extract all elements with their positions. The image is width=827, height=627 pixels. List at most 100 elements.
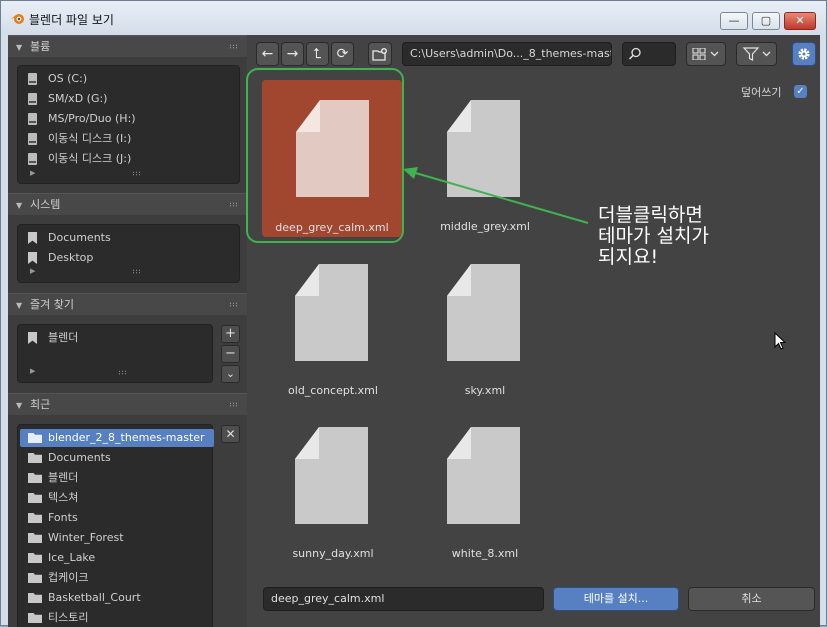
overwrite-label: 덮어쓰기 <box>741 86 782 99</box>
file-name: white_8.xml <box>451 547 519 560</box>
close-window-button[interactable]: ✕ <box>784 12 816 30</box>
refresh-button[interactable]: ⟳ <box>331 42 354 66</box>
file-name: sky.xml <box>464 384 506 397</box>
resize-grip-icon[interactable] <box>132 171 142 176</box>
new-folder-button[interactable] <box>368 42 392 66</box>
recent-item-label: blender_2_8_themes-master <box>48 431 205 444</box>
minimize-button[interactable]: — <box>720 12 748 30</box>
volumes-panel-header[interactable]: ▼ 볼륨 <box>8 35 247 57</box>
recent-item-label: Winter_Forest <box>48 531 124 544</box>
system-item-label: Documents <box>48 231 111 244</box>
remove-favorite-button[interactable]: − <box>221 345 240 363</box>
folder-icon <box>28 513 42 523</box>
search-icon <box>628 47 641 60</box>
volumes-header-label: 볼륨 <box>30 40 51 53</box>
filename-input[interactable]: deep_grey_calm.xml <box>263 587 544 611</box>
filter-icon <box>742 47 770 61</box>
collapse-triangle-icon: ▼ <box>16 401 23 410</box>
system-item-label: Desktop <box>48 251 94 264</box>
recent-list: blender_2_8_themes-master Documents 블렌더 … <box>17 424 214 627</box>
annotation-text: 더블클릭하면 테마가 설치가 되지요! <box>598 204 709 268</box>
drag-grip-icon[interactable] <box>229 202 239 207</box>
recent-panel-header[interactable]: ▼ 최근 <box>8 393 247 415</box>
recent-item-label: 티스토리 <box>48 611 89 624</box>
folder-icon <box>28 473 42 483</box>
annotation-highlight-box <box>246 68 404 243</box>
settings-toggle-button[interactable] <box>792 42 816 66</box>
overwrite-checkbox[interactable]: ✓ <box>794 85 807 98</box>
file-tile-white-8[interactable]: white_8.xml <box>410 408 560 568</box>
folder-icon <box>28 593 42 603</box>
file-icon <box>295 264 368 361</box>
file-icon-fold <box>295 427 319 459</box>
resize-grip-icon[interactable] <box>132 269 142 274</box>
volume-label: MS/Pro/Duo (H:) <box>48 112 136 125</box>
sidebar: ▼ 볼륨 OS (C:) SM/xD (G:) MS/Pro/Duo (H:) 이… <box>8 35 247 627</box>
drive-icon <box>28 113 37 125</box>
file-icon <box>447 264 520 361</box>
maximize-button[interactable]: ▢ <box>752 12 780 30</box>
mouse-cursor-icon <box>774 332 786 350</box>
favorites-panel-header[interactable]: ▼ 즐겨 찾기 <box>8 293 247 315</box>
cancel-button[interactable]: 취소 <box>688 587 815 611</box>
blender-file-view-window: 블렌더 파일 보기 — ▢ ✕ ▼ 볼륨 OS (C:) SM/xD (G:) M… <box>0 0 827 627</box>
file-tile-sky[interactable]: sky.xml <box>410 245 560 405</box>
expand-triangle-icon[interactable]: ▶ <box>30 367 35 375</box>
drag-grip-icon[interactable] <box>229 402 239 407</box>
gear-icon <box>798 48 810 60</box>
recent-item-label: Basketball_Court <box>48 591 141 604</box>
bookmark-icon <box>28 332 37 344</box>
drive-icon <box>28 73 37 85</box>
drive-icon <box>28 93 37 105</box>
drive-icon <box>28 153 37 165</box>
file-icon <box>295 427 368 524</box>
folder-icon <box>28 493 42 503</box>
expand-triangle-icon[interactable]: ▶ <box>30 267 35 275</box>
annotation-arrow-icon <box>403 167 589 224</box>
search-field[interactable] <box>622 42 676 66</box>
system-header-label: 시스템 <box>30 198 61 211</box>
favorites-menu-button[interactable]: ⌄ <box>221 365 240 383</box>
recent-item-label: Documents <box>48 451 111 464</box>
volume-label: 이동식 디스크 (I:) <box>48 132 132 145</box>
folder-icon <box>28 453 42 463</box>
collapse-triangle-icon: ▼ <box>16 201 23 210</box>
new-folder-icon <box>372 48 387 61</box>
title-bar[interactable]: 블렌더 파일 보기 — ▢ ✕ <box>1 1 826 35</box>
filter-dropdown[interactable] <box>736 42 777 66</box>
install-theme-button[interactable]: 테마를 설치... <box>553 587 679 611</box>
favorites-list: 블렌더 ▶ <box>17 324 213 383</box>
file-icon-fold <box>447 264 471 296</box>
recent-item-label: 텍스쳐 <box>48 491 79 504</box>
resize-grip-icon[interactable] <box>118 370 128 375</box>
favorites-header-label: 즐겨 찾기 <box>30 298 74 311</box>
collapse-triangle-icon: ▼ <box>16 43 23 52</box>
parent-directory-button[interactable]: ⮤ <box>306 42 329 66</box>
collapse-triangle-icon: ▼ <box>16 301 23 310</box>
back-button[interactable]: ← <box>256 42 279 66</box>
file-name: sunny_day.xml <box>292 547 374 560</box>
file-name: old_concept.xml <box>288 384 378 397</box>
file-tile-old-concept[interactable]: old_concept.xml <box>258 245 408 405</box>
forward-button[interactable]: → <box>281 42 304 66</box>
folder-icon <box>28 533 42 543</box>
file-tile-sunny-day[interactable]: sunny_day.xml <box>258 408 408 568</box>
file-icon <box>447 427 520 524</box>
bookmark-icon <box>28 252 37 264</box>
system-panel-header[interactable]: ▼ 시스템 <box>8 193 247 215</box>
volumes-list: OS (C:) SM/xD (G:) MS/Pro/Duo (H:) 이동식 디… <box>17 65 240 184</box>
expand-triangle-icon[interactable]: ▶ <box>30 169 35 177</box>
clear-recent-button[interactable]: ✕ <box>221 425 240 443</box>
blender-logo-icon <box>11 14 24 24</box>
directory-path-field[interactable]: C:\Users\admin\Do..._8_themes-master\ <box>402 42 612 66</box>
file-icon-fold <box>447 427 471 459</box>
system-list: Documents Desktop ▶ <box>17 224 240 283</box>
recent-item-label: 블렌더 <box>48 471 79 484</box>
drag-grip-icon[interactable] <box>229 302 239 307</box>
add-favorite-button[interactable]: + <box>221 325 240 343</box>
thumbnail-grid-icon <box>692 47 719 61</box>
bookmark-icon <box>28 232 37 244</box>
drag-grip-icon[interactable] <box>229 44 239 49</box>
recent-item-label: 컵케이크 <box>48 571 89 584</box>
display-mode-dropdown[interactable] <box>686 42 726 66</box>
